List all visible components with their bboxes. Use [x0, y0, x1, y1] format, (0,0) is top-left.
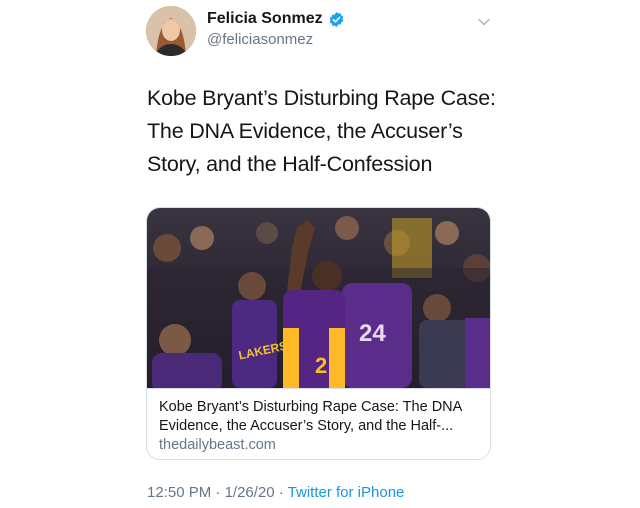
chevron-down-icon[interactable]: [477, 15, 491, 29]
card-domain: thedailybeast.com: [159, 437, 276, 453]
tweet-text-line: The DNA Evidence, the Accuser’s: [147, 119, 463, 143]
tweet-text-line: Kobe Bryant’s Disturbing Rape Case:: [147, 86, 496, 110]
card-title[interactable]: Kobe Bryant’s Disturbing Rape Case: The …: [159, 398, 481, 436]
card-title-line: Kobe Bryant’s Disturbing Rape Case: The …: [159, 399, 463, 415]
kobe-jersey-number: 2: [315, 353, 327, 378]
verified-badge-icon: [329, 11, 343, 27]
tweet-text: Kobe Bryant’s Disturbing Rape Case: The …: [147, 82, 507, 181]
tweet-date[interactable]: 1/26/20: [225, 484, 275, 501]
name-row[interactable]: Felicia Sonmez: [207, 10, 345, 28]
meta-separator: ·: [274, 484, 288, 501]
meta-separator: ·: [211, 484, 225, 501]
jersey-number: 24: [359, 320, 386, 347]
tweet: Felicia Sonmez @feliciasonmez Kobe Bryan…: [0, 0, 640, 508]
avatar[interactable]: [146, 6, 196, 56]
link-card[interactable]: 24 LAKERS 2 Kobe Bryant’s Disturbing Rap…: [146, 207, 491, 460]
card-title-line: Evidence, the Accuser’s Story, and the H…: [159, 418, 454, 434]
card-divider: [147, 388, 490, 389]
tweet-time[interactable]: 12:50 PM: [147, 484, 211, 501]
user-handle[interactable]: @feliciasonmez: [207, 31, 313, 48]
tweet-text-line: Story, and the Half-Confession: [147, 152, 433, 176]
tweet-meta: 12:50 PM · 1/26/20 · Twitter for iPhone: [147, 484, 404, 501]
tweet-source-link[interactable]: Twitter for iPhone: [288, 484, 405, 501]
card-image[interactable]: 24 LAKERS 2: [147, 208, 490, 388]
display-name[interactable]: Felicia Sonmez: [207, 10, 323, 28]
